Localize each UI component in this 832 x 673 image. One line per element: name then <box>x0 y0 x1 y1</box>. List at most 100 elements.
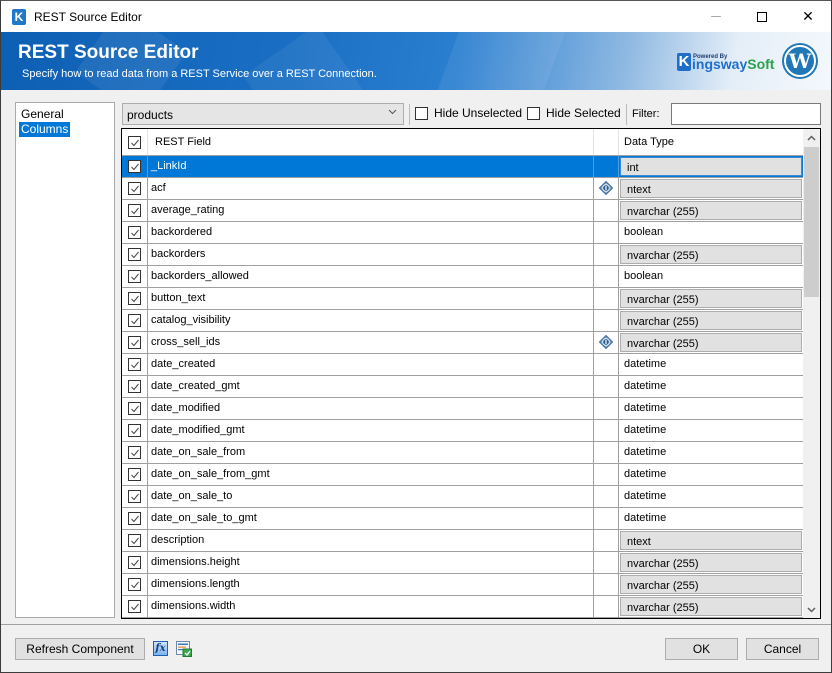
data-type-dropdown[interactable]: nvarchar (255) <box>620 597 802 616</box>
table-row[interactable]: acf ntext <box>122 178 803 200</box>
row-checkbox[interactable] <box>128 600 141 613</box>
rest-field-cell[interactable]: _LinkId <box>148 156 594 177</box>
scrollbar-thumb[interactable] <box>804 147 819 297</box>
header-rest-field[interactable]: REST Field <box>148 129 594 155</box>
data-type-cell[interactable]: nvarchar (255) <box>619 288 803 309</box>
row-checkbox[interactable] <box>128 490 141 503</box>
info-diamond-icon[interactable] <box>599 181 613 195</box>
data-type-dropdown[interactable]: nvarchar (255) <box>620 289 802 308</box>
data-type-dropdown[interactable]: ntext <box>620 179 802 198</box>
row-checkbox[interactable] <box>128 314 141 327</box>
table-row[interactable]: catalog_visibility nvarchar (255) <box>122 310 803 332</box>
rest-field-cell[interactable]: date_on_sale_from_gmt <box>148 464 594 485</box>
data-type-dropdown[interactable]: ntext <box>620 531 802 550</box>
maximize-button[interactable] <box>739 1 785 32</box>
table-row[interactable]: description ntext <box>122 530 803 552</box>
scroll-up-button[interactable] <box>803 129 820 146</box>
data-type-cell[interactable]: nvarchar (255) <box>619 200 803 221</box>
table-row[interactable]: date_on_sale_from datetime <box>122 442 803 464</box>
data-type-dropdown[interactable]: int <box>620 157 802 176</box>
table-row[interactable]: date_created datetime <box>122 354 803 376</box>
rest-field-cell[interactable]: dimensions.height <box>148 552 594 573</box>
vertical-scrollbar[interactable] <box>803 129 820 618</box>
title-bar[interactable]: K REST Source Editor ✕ <box>1 1 831 32</box>
data-type-cell[interactable]: boolean <box>619 266 803 287</box>
data-type-cell[interactable]: nvarchar (255) <box>619 310 803 331</box>
hide-selected-box[interactable] <box>527 106 540 120</box>
row-checkbox[interactable] <box>128 446 141 459</box>
info-diamond-icon[interactable] <box>599 335 613 349</box>
refresh-component-button[interactable]: Refresh Component <box>15 638 145 660</box>
rest-field-cell[interactable]: backorders <box>148 244 594 265</box>
table-row[interactable]: dimensions.height nvarchar (255) <box>122 552 803 574</box>
row-checkbox[interactable] <box>128 578 141 591</box>
row-checkbox[interactable] <box>128 292 141 305</box>
data-type-cell[interactable]: ntext <box>619 530 803 551</box>
header-data-type[interactable]: Data Type <box>619 129 803 155</box>
table-row[interactable]: backorders nvarchar (255) <box>122 244 803 266</box>
data-type-dropdown[interactable]: nvarchar (255) <box>620 201 802 220</box>
data-type-cell[interactable]: datetime <box>619 442 803 463</box>
row-checkbox[interactable] <box>128 556 141 569</box>
minimize-button[interactable] <box>693 1 739 32</box>
data-type-dropdown[interactable]: nvarchar (255) <box>620 333 802 352</box>
close-button[interactable]: ✕ <box>785 1 831 32</box>
rest-field-cell[interactable]: date_on_sale_to_gmt <box>148 508 594 529</box>
row-checkbox[interactable] <box>128 160 141 173</box>
table-row[interactable]: dimensions.width nvarchar (255) <box>122 596 803 618</box>
data-type-cell[interactable]: nvarchar (255) <box>619 574 803 595</box>
filter-input[interactable] <box>671 103 821 125</box>
data-type-cell[interactable]: nvarchar (255) <box>619 596 803 617</box>
hide-unselected-box[interactable] <box>415 106 428 120</box>
data-type-cell[interactable]: datetime <box>619 398 803 419</box>
rest-field-cell[interactable]: date_modified <box>148 398 594 419</box>
hide-selected-checkbox[interactable]: Hide Selected <box>527 106 621 120</box>
data-type-cell[interactable]: nvarchar (255) <box>619 332 803 353</box>
row-checkbox[interactable] <box>128 468 141 481</box>
rest-field-cell[interactable]: date_created_gmt <box>148 376 594 397</box>
table-row[interactable]: date_modified datetime <box>122 398 803 420</box>
table-row[interactable]: button_text nvarchar (255) <box>122 288 803 310</box>
object-select[interactable]: products <box>122 103 404 125</box>
data-type-cell[interactable]: datetime <box>619 486 803 507</box>
table-row[interactable]: date_modified_gmt datetime <box>122 420 803 442</box>
row-checkbox[interactable] <box>128 336 141 349</box>
row-checkbox[interactable] <box>128 226 141 239</box>
table-row[interactable]: cross_sell_ids nvarchar (255) <box>122 332 803 354</box>
data-type-cell[interactable]: datetime <box>619 508 803 529</box>
select-all-checkbox[interactable] <box>128 136 141 149</box>
rest-field-cell[interactable]: backordered <box>148 222 594 243</box>
rest-field-cell[interactable]: acf <box>148 178 594 199</box>
nav-item-general[interactable]: General <box>19 107 66 122</box>
row-checkbox[interactable] <box>128 182 141 195</box>
data-type-cell[interactable]: boolean <box>619 222 803 243</box>
hide-unselected-checkbox[interactable]: Hide Unselected <box>415 106 522 120</box>
table-row[interactable]: dimensions.length nvarchar (255) <box>122 574 803 596</box>
row-checkbox[interactable] <box>128 424 141 437</box>
data-type-cell[interactable]: datetime <box>619 354 803 375</box>
data-type-dropdown[interactable]: nvarchar (255) <box>620 553 802 572</box>
row-checkbox[interactable] <box>128 248 141 261</box>
row-checkbox[interactable] <box>128 402 141 415</box>
rest-field-cell[interactable]: date_modified_gmt <box>148 420 594 441</box>
rest-field-cell[interactable]: date_on_sale_to <box>148 486 594 507</box>
rest-field-cell[interactable]: backorders_allowed <box>148 266 594 287</box>
rest-field-cell[interactable]: date_created <box>148 354 594 375</box>
table-row[interactable]: date_on_sale_from_gmt datetime <box>122 464 803 486</box>
scroll-down-button[interactable] <box>803 601 820 618</box>
rest-field-cell[interactable]: cross_sell_ids <box>148 332 594 353</box>
rest-field-cell[interactable]: dimensions.length <box>148 574 594 595</box>
data-type-cell[interactable]: datetime <box>619 420 803 441</box>
data-type-cell[interactable]: nvarchar (255) <box>619 552 803 573</box>
expression-fx-icon[interactable]: fx <box>153 641 168 656</box>
data-type-cell[interactable]: datetime <box>619 464 803 485</box>
rest-field-cell[interactable]: dimensions.width <box>148 596 594 617</box>
data-type-dropdown[interactable]: nvarchar (255) <box>620 311 802 330</box>
row-checkbox[interactable] <box>128 380 141 393</box>
rest-field-cell[interactable]: average_rating <box>148 200 594 221</box>
table-row[interactable]: backordered boolean <box>122 222 803 244</box>
column-mapping-icon[interactable] <box>176 641 192 657</box>
data-type-cell[interactable]: nvarchar (255) <box>619 244 803 265</box>
cancel-button[interactable]: Cancel <box>746 638 819 660</box>
table-row[interactable]: _LinkId int <box>122 156 803 178</box>
